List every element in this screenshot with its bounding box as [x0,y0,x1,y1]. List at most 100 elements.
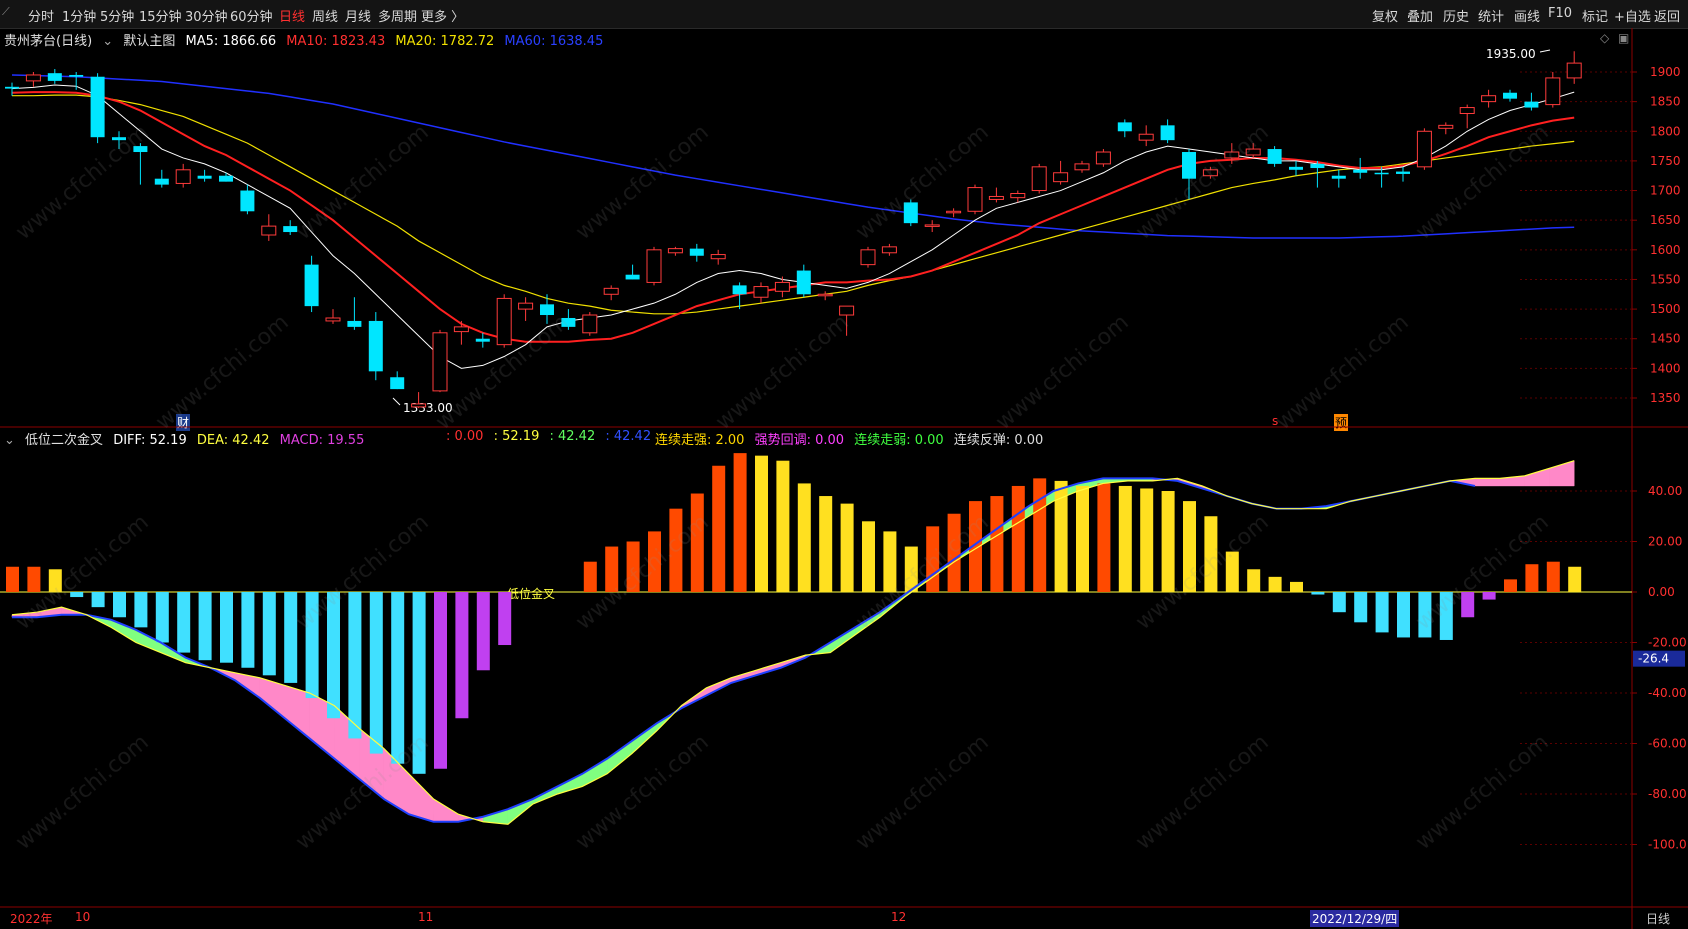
price-tick-label: 1600 [1650,243,1681,257]
candle-body [1267,149,1282,164]
macd-bar [1482,592,1496,600]
candle-body [603,287,619,295]
candle-body [47,73,62,81]
candle-body [518,302,534,310]
candle-body [261,225,277,236]
macd-tick-label: -20.00 [1648,636,1687,650]
price-tick-label: 1700 [1650,184,1681,198]
candle-body [453,326,469,333]
macd-bar [1161,491,1175,592]
candle-body [881,246,897,254]
candle-body [475,338,490,342]
macd-bar [797,483,811,592]
candle-body [1566,62,1582,79]
candle-body [1031,166,1047,192]
macd-band [433,798,459,823]
macd-bar [1247,569,1261,592]
macd-bar [712,465,726,592]
macd-bar [1118,485,1132,592]
macd-tick-label: -100.0 [1648,838,1687,852]
macd-bar [434,592,447,769]
macd-bar [1375,592,1389,633]
candle-body [817,293,833,297]
macd-bar [391,592,405,764]
candle-body [1545,77,1561,106]
candle-body [154,178,169,185]
candle-body [967,187,983,212]
macd-bar [1268,576,1282,592]
macd-bar [134,592,148,628]
candle-body [946,210,962,214]
candle-body [732,285,747,295]
macd-bar [1011,485,1025,592]
candle-body [1117,122,1132,132]
ma5-line [11,84,1575,369]
macd-tick-label: -60.00 [1648,737,1687,751]
price-tick-label: 1350 [1650,391,1681,405]
macd-bar [1397,592,1410,638]
macd-bar [1525,564,1539,592]
macd-bar [1140,488,1154,592]
macd-bar [1097,483,1111,592]
candle-body [175,169,191,184]
candle-body [582,314,598,334]
candle-body [1503,92,1517,99]
price-tick-label: 1500 [1650,302,1681,316]
macd-bar [155,592,169,643]
candle-body [860,249,876,266]
ma10-line [11,91,1575,343]
macd-bar [1504,579,1517,592]
candle-body [1331,175,1346,179]
candle-body [689,248,704,256]
candle-body [1524,101,1539,108]
candle-body [1310,163,1325,169]
macd-bar [369,592,383,754]
price-tick-label: 1750 [1650,154,1681,168]
macd-bar [755,455,768,592]
candle-body [197,175,212,179]
macd-bar [455,592,469,719]
candle-body [796,270,811,295]
candle-body [219,175,233,182]
candle-body [839,305,855,316]
macd-bar [27,566,41,592]
macd-bar [1332,592,1346,613]
candle-body [1416,130,1432,168]
macd-bar [1354,592,1368,623]
price-tick-label: 1850 [1650,95,1681,109]
macd-bar [840,503,854,592]
candle-body [1438,124,1454,129]
macd-bar [1076,485,1089,592]
candle-body [1095,151,1111,165]
candle-body [411,403,427,408]
candle-body [25,74,41,82]
macd-bar [284,592,298,683]
candle-body [1353,169,1368,173]
candle-body [5,86,19,89]
candle-body [1010,193,1026,199]
macd-bar [113,592,126,618]
macd-tick-label: -40.00 [1648,686,1687,700]
macd-bar [241,592,255,668]
candle-body [1396,171,1410,174]
candle-body [1053,172,1069,183]
macd-bar [1568,566,1582,592]
candle-body [390,377,405,390]
candle-body [924,224,940,227]
macd-bar [583,561,597,592]
candle-body [368,320,383,372]
macd-bar [862,521,875,592]
macd-bar [262,592,276,676]
stock-chart[interactable]: 1900 1850 1800 1750 1700 1650 1600 1550 1500 1450… [0,0,1688,929]
macd-bar [1033,478,1047,592]
price-tick-label: 1400 [1650,361,1681,375]
macd-bar [348,592,362,739]
candle-body [496,297,512,346]
macd-bar [733,453,747,592]
candle-body [90,76,105,138]
price-tick-label: 1450 [1650,332,1681,346]
candle-body [667,248,683,254]
macd-tick-label: 20.00 [1648,535,1682,549]
candle-body [1374,172,1389,175]
macd-tick-label: -80.00 [1648,787,1687,801]
